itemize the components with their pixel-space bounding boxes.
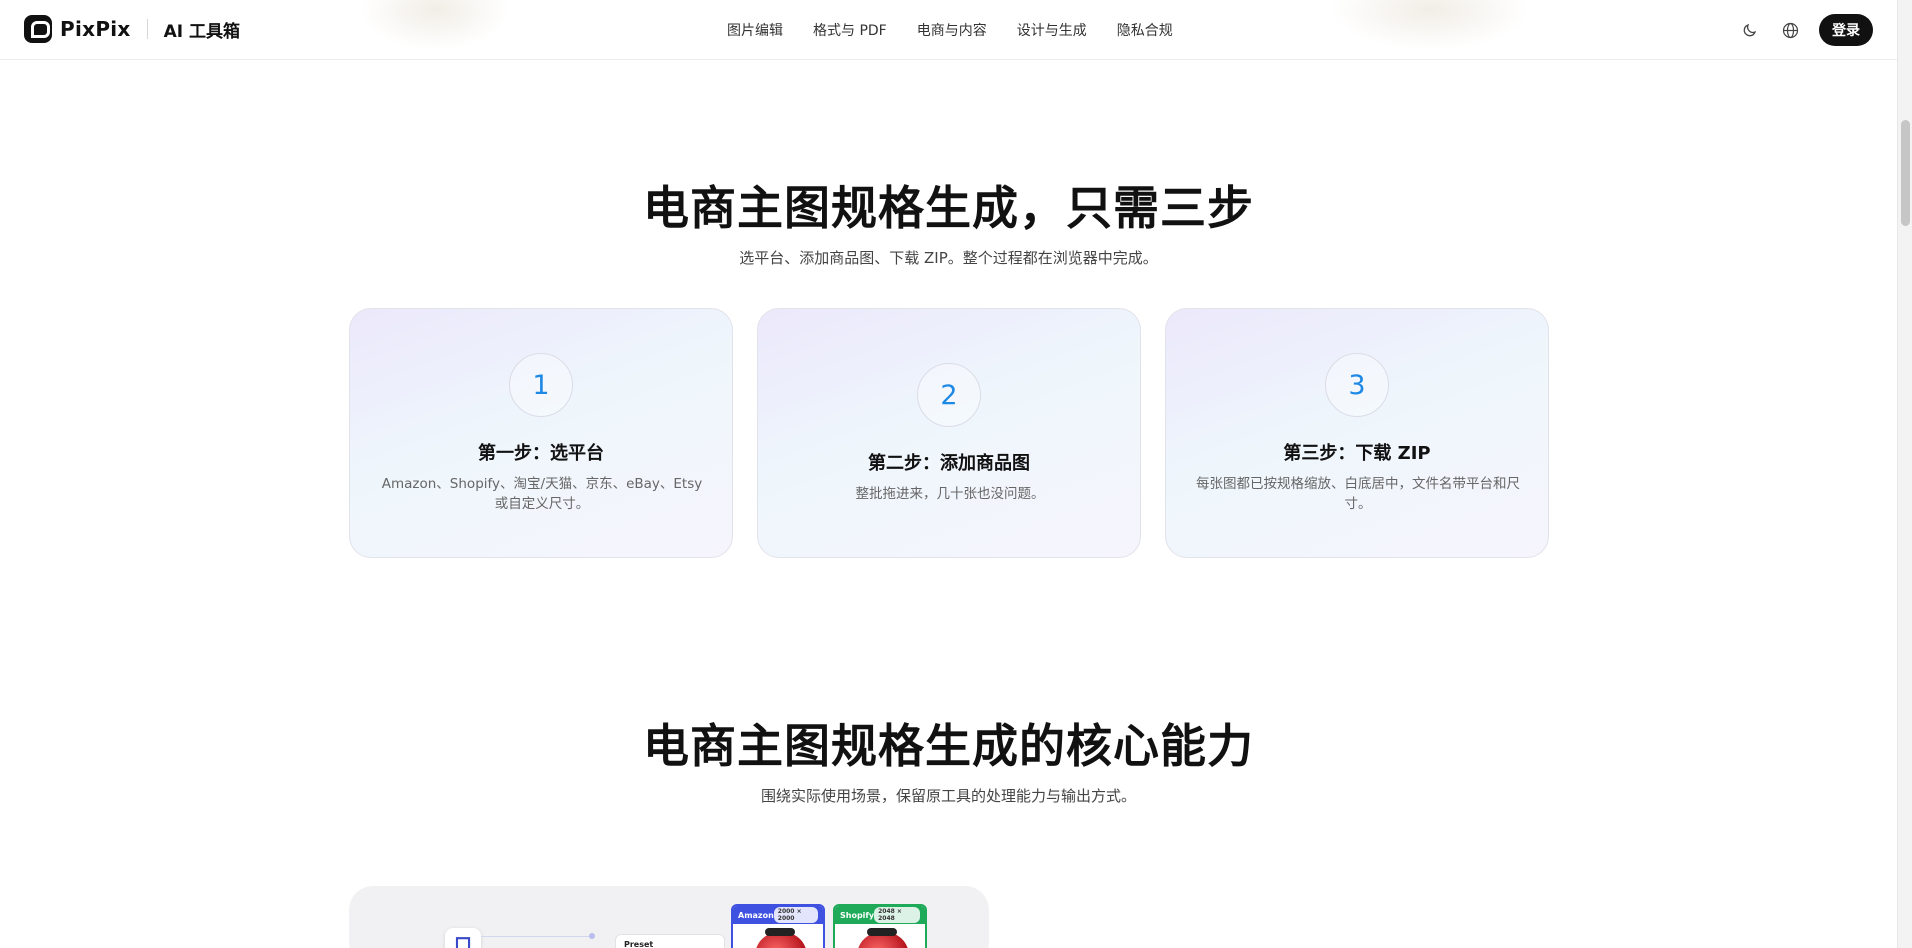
step-title: 第一步：选平台 <box>478 443 604 464</box>
step-card-1: 1 第一步：选平台 Amazon、Shopify、淘宝/天猫、京东、eBay、E… <box>349 308 733 558</box>
brand-subtitle: AI 工具箱 <box>163 21 241 42</box>
pixpix-logo-icon <box>24 15 52 43</box>
nav-item-design[interactable]: 设计与生成 <box>1017 20 1087 40</box>
platform-name: Amazon <box>738 910 774 920</box>
main-nav: 图片编辑 格式与 PDF 电商与内容 设计与生成 隐私合规 <box>727 20 1173 40</box>
header-glow-left <box>360 0 510 50</box>
crop-icon: 口 <box>445 928 481 948</box>
steps-section-subtitle: 选平台、添加商品图、下载 ZIP。整个过程都在浏览器中完成。 <box>739 249 1158 267</box>
nav-item-image-edit[interactable]: 图片编辑 <box>727 20 783 40</box>
top-header: PixPix AI 工具箱 图片编辑 格式与 PDF 电商与内容 设计与生成 隐… <box>0 0 1897 60</box>
step-title: 第三步：下载 ZIP <box>1283 443 1431 464</box>
platform-card-shopify: Shopify 2048 × 2048 <box>833 904 927 948</box>
step-description: 整批拖进来，几十张也没问题。 <box>855 486 1045 502</box>
step-number-badge: 2 <box>917 363 981 427</box>
features-section-title: 电商主图规格生成的核心能力 <box>643 719 1254 773</box>
step-card-3: 3 第三步：下载 ZIP 每张图都已按规格缩放、白底居中，文件名带平台和尺寸。 <box>1165 308 1549 558</box>
step-number-badge: 3 <box>1325 353 1389 417</box>
login-button[interactable]: 登录 <box>1819 14 1873 46</box>
kettle-lid <box>867 928 897 936</box>
kettle-lid <box>765 928 795 936</box>
step-card-2: 2 第二步：添加商品图 整批拖进来，几十张也没问题。 <box>757 308 1141 558</box>
step-title: 第二步：添加商品图 <box>868 453 1030 474</box>
platform-size-badge: 2000 × 2000 <box>773 907 818 923</box>
brand-name: PixPix <box>60 17 131 41</box>
nav-item-ecommerce[interactable]: 电商与内容 <box>917 20 987 40</box>
step-number-badge: 1 <box>509 353 573 417</box>
page: PixPix AI 工具箱 图片编辑 格式与 PDF 电商与内容 设计与生成 隐… <box>0 0 1912 948</box>
platform-size-badge: 2048 × 2048 <box>874 907 920 923</box>
moon-icon[interactable] <box>1739 19 1761 41</box>
step-description: 每张图都已按规格缩放、白底居中，文件名带平台和尺寸。 <box>1196 476 1520 512</box>
scrollbar-thumb[interactable] <box>1901 120 1910 226</box>
platform-header: Shopify 2048 × 2048 <box>835 906 925 924</box>
preset-label: Preset <box>624 940 654 948</box>
globe-icon[interactable] <box>1779 19 1801 41</box>
platform-card-amazon: Amazon 2000 × 2000 <box>731 904 825 948</box>
nav-item-format-pdf[interactable]: 格式与 PDF <box>813 20 887 40</box>
nav-item-privacy[interactable]: 隐私合规 <box>1117 20 1173 40</box>
platform-header: Amazon 2000 × 2000 <box>733 906 823 924</box>
step-description: Amazon、Shopify、淘宝/天猫、京东、eBay、Etsy 或自定义尺寸… <box>381 476 703 512</box>
feature-preview-panel: 口 Preset Amazon 2000 × 2000 Shopify 2048… <box>349 886 989 948</box>
brand-logo[interactable]: PixPix AI 工具箱 <box>24 15 240 43</box>
platform-name: Shopify <box>840 910 875 920</box>
crop-handle-dot <box>589 933 595 939</box>
steps-section-title: 电商主图规格生成，只需三步 <box>643 181 1254 235</box>
brand-divider <box>146 19 148 39</box>
features-section-subtitle: 围绕实际使用场景，保留原工具的处理能力与输出方式。 <box>760 787 1136 805</box>
header-glow-right <box>1330 0 1530 50</box>
page-scrollbar[interactable] <box>1897 0 1912 948</box>
preset-panel: Preset <box>615 934 725 948</box>
header-actions: 登录 <box>1739 14 1873 46</box>
crop-guide-line <box>481 936 591 937</box>
